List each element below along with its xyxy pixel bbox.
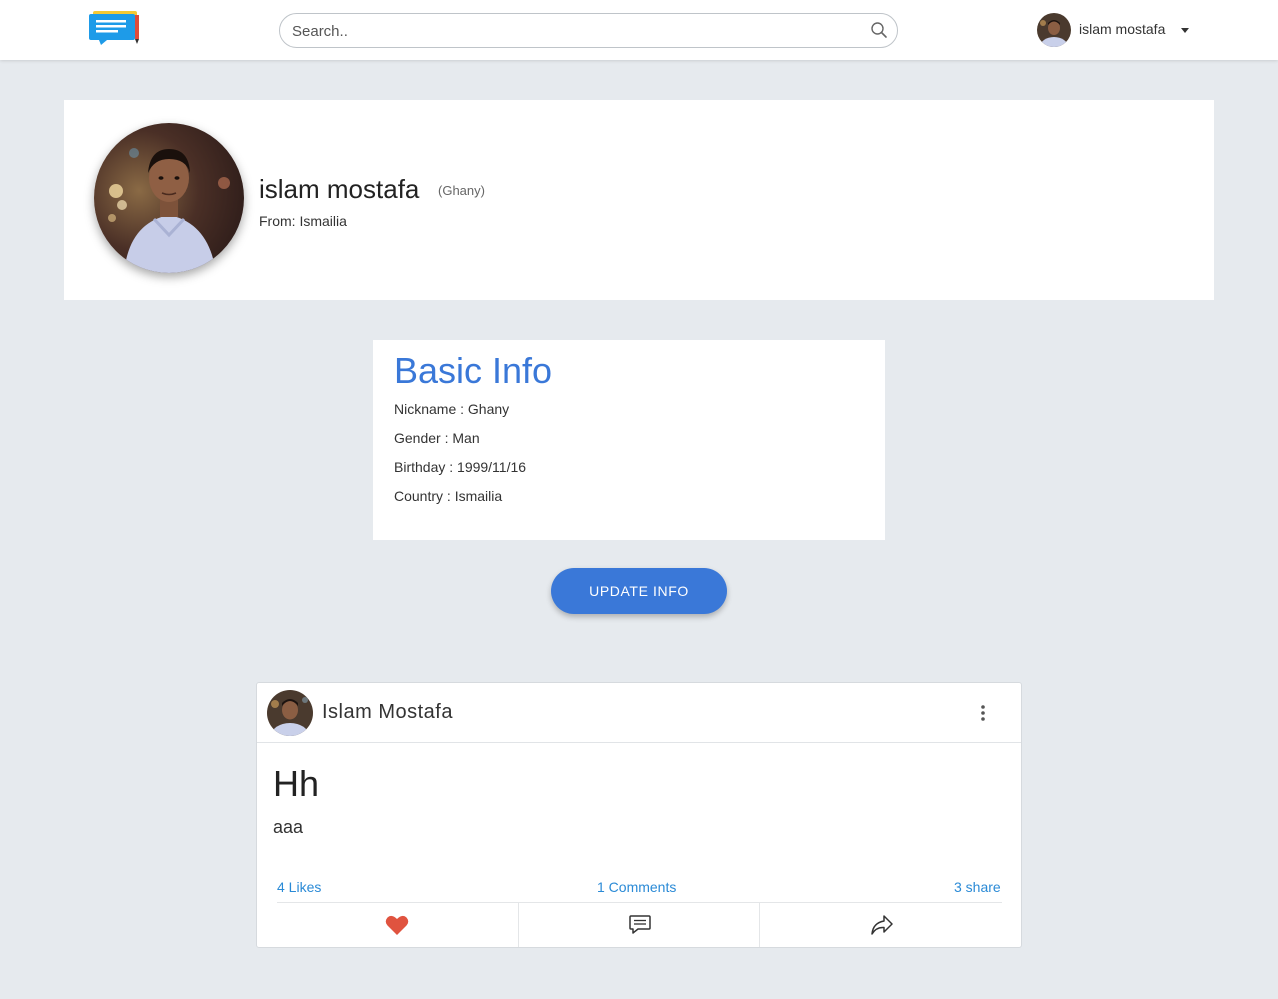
search-icon[interactable] (870, 21, 888, 39)
user-name[interactable]: islam mostafa (1079, 21, 1165, 37)
basic-info-card: Basic Info Nickname : Ghany Gender : Man… (373, 340, 885, 540)
update-info-button[interactable]: UPDATE INFO (551, 568, 727, 614)
profile-photo[interactable] (94, 123, 244, 273)
info-gender: Gender : Man (394, 430, 480, 446)
profile-nickname: (Ghany) (438, 183, 485, 198)
post-body: aaa (273, 817, 304, 837)
profile-location: From: Ismailia (259, 213, 347, 229)
likes-count[interactable]: 4 Likes (277, 879, 321, 895)
search-input[interactable] (292, 21, 852, 41)
info-country: Country : Ismailia (394, 488, 503, 504)
shares-count[interactable]: 3 share (954, 879, 1001, 895)
comment-icon (629, 915, 651, 934)
info-birthday: Birthday : 1999/11/16 (394, 459, 527, 475)
avatar[interactable] (1037, 13, 1071, 47)
chat-logo-icon[interactable] (89, 10, 141, 46)
profile-name: islam mostafa (259, 174, 420, 204)
post-title: Hh (273, 763, 320, 804)
post-header: Islam Mostafa (257, 683, 1021, 743)
like-button[interactable] (257, 903, 517, 947)
share-button[interactable] (761, 903, 1021, 947)
heart-icon (385, 915, 409, 935)
comments-count[interactable]: 1 Comments (597, 879, 676, 895)
basic-info-title: Basic Info (394, 350, 553, 391)
chevron-down-icon[interactable] (1181, 28, 1189, 33)
comment-button[interactable] (518, 903, 760, 947)
profile-header: islam mostafa (Ghany) From: Ismailia (64, 100, 1214, 300)
avatar[interactable] (267, 690, 313, 736)
post-actions (257, 903, 1021, 947)
top-navbar: islam mostafa (0, 0, 1278, 60)
search-box[interactable] (279, 13, 898, 48)
user-menu[interactable]: islam mostafa (1037, 13, 1197, 47)
more-options-icon[interactable] (973, 703, 993, 723)
post-author[interactable]: Islam Mostafa (322, 701, 453, 724)
post-card: Islam Mostafa Hh aaa 4 Likes 1 Comments … (256, 682, 1022, 948)
info-nickname: Nickname : Ghany (394, 401, 510, 417)
share-icon (871, 915, 893, 935)
